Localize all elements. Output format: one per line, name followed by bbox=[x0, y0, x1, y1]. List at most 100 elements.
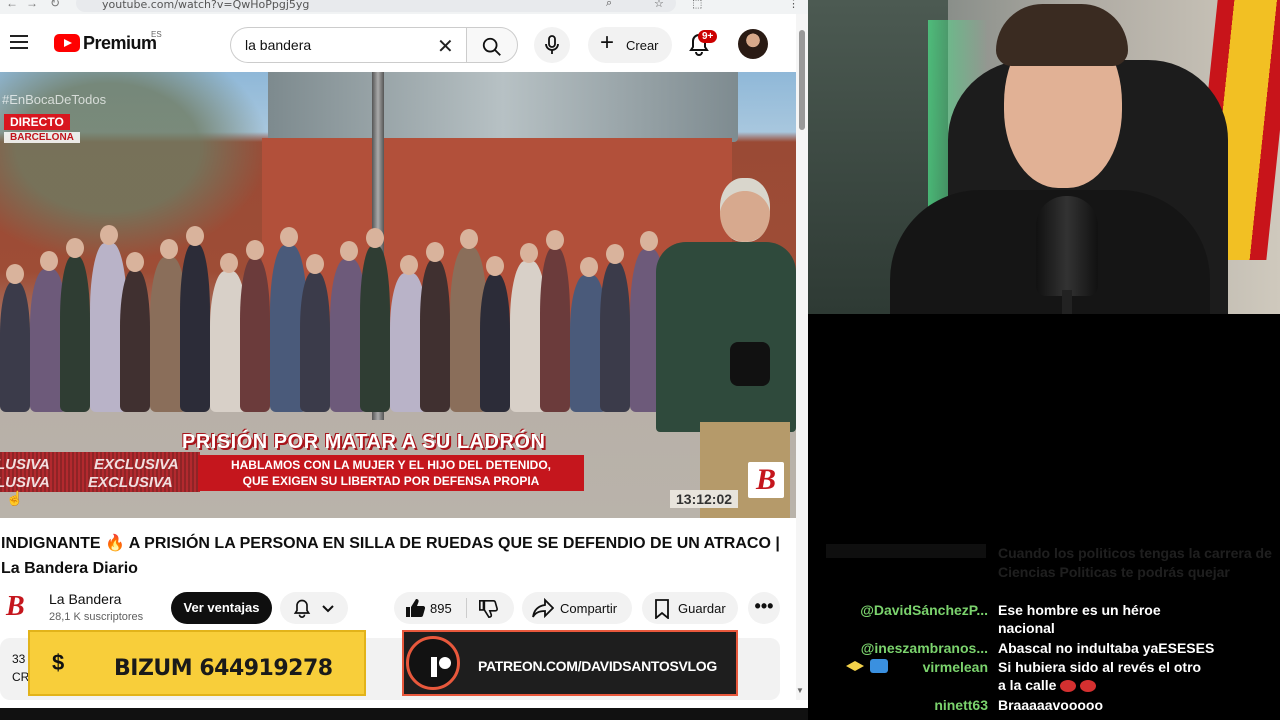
taskbar-strip bbox=[0, 700, 808, 720]
notification-badge: 9+ bbox=[698, 30, 718, 43]
chat-username[interactable]: @ineszambranos... bbox=[816, 639, 988, 657]
crowd-person bbox=[0, 264, 30, 412]
crowd-head bbox=[339, 241, 358, 261]
chat-message: nacional bbox=[998, 620, 1055, 636]
live-tag: DIRECTO bbox=[4, 114, 70, 130]
crowd-head bbox=[159, 239, 178, 259]
save-label: Guardar bbox=[678, 601, 726, 616]
crowd-head bbox=[66, 238, 84, 258]
crowd-person bbox=[300, 254, 330, 412]
zoom-icon[interactable]: ⌕ bbox=[606, 0, 612, 10]
video-hashtag: #EnBocaDeTodos bbox=[2, 92, 107, 107]
subscriber-badge-icon bbox=[870, 659, 888, 673]
star-icon[interactable]: ☆ bbox=[654, 0, 664, 10]
brand-logo: B bbox=[748, 462, 784, 498]
chat-username[interactable]: ninett63 bbox=[816, 696, 988, 714]
chat-message: Abascal no indultaba yaESESES bbox=[998, 640, 1215, 656]
crowd-person bbox=[240, 240, 270, 412]
browser-toolbar: ← → ↻ youtube.com/watch?v=QwHoPpgj5yg ⌕ … bbox=[0, 0, 808, 14]
crying-emoji-icon bbox=[1060, 680, 1077, 693]
thumbs-down-icon[interactable] bbox=[478, 599, 498, 619]
crowd-person bbox=[60, 238, 90, 412]
video-subline-2: QUE EXIGEN SU LIBERTAD POR DEFENSA PROPI… bbox=[242, 474, 540, 488]
address-bar[interactable]: youtube.com/watch?v=QwHoPpgj5yg bbox=[76, 0, 676, 12]
more-actions-button[interactable]: ••• bbox=[748, 592, 780, 624]
video-title: INDIGNANTE 🔥 A PRISIÓN LA PERSONA EN SIL… bbox=[1, 535, 780, 577]
streamer-hair bbox=[996, 4, 1128, 66]
channel-name[interactable]: La Bandera bbox=[49, 591, 121, 607]
channel-avatar[interactable]: B bbox=[6, 592, 34, 622]
save-button[interactable]: Guardar bbox=[642, 592, 738, 624]
crowd-head bbox=[426, 242, 444, 262]
like-count: 895 bbox=[430, 601, 452, 616]
crowd-head bbox=[546, 230, 564, 250]
crowd-head bbox=[459, 229, 478, 249]
bizum-text: BIZUM 644919278 bbox=[114, 656, 333, 681]
browser-menu-icon[interactable]: ⋮ bbox=[788, 0, 799, 10]
crowd-head bbox=[306, 254, 324, 274]
patreon-text: PATREON.COM/DAVIDSANTOSVLOG bbox=[478, 658, 717, 674]
clear-search-icon[interactable]: ✕ bbox=[437, 34, 454, 59]
crying-emoji-icon bbox=[1080, 680, 1097, 693]
crowd-head bbox=[399, 255, 418, 275]
region-code: ES bbox=[151, 30, 162, 39]
join-button[interactable]: Ver ventajas bbox=[171, 592, 272, 624]
crowd-head bbox=[246, 240, 264, 260]
video-crowd bbox=[0, 225, 700, 412]
search-input[interactable]: la bandera ✕ bbox=[230, 27, 466, 63]
youtube-header: Premium ES la bandera ✕ + Crear 9+ bbox=[0, 14, 800, 72]
crowd-head bbox=[519, 243, 538, 263]
url-text: youtube.com/watch?v=QwHoPpgj5yg bbox=[102, 0, 310, 11]
crowd-person bbox=[120, 252, 150, 412]
youtube-logo-icon[interactable] bbox=[54, 34, 80, 52]
chevron-down-icon bbox=[322, 605, 334, 613]
crowd-head bbox=[219, 253, 238, 273]
crowd-head bbox=[186, 226, 204, 246]
crowd-head bbox=[579, 257, 598, 277]
subscribed-button[interactable] bbox=[280, 592, 348, 624]
crowd-head bbox=[486, 256, 504, 276]
create-button[interactable]: + Crear bbox=[588, 27, 672, 63]
crowd-head bbox=[366, 228, 384, 248]
voice-search-button[interactable] bbox=[534, 27, 570, 63]
crowd-head bbox=[39, 251, 58, 271]
forward-icon[interactable]: → bbox=[26, 0, 38, 10]
search-icon bbox=[482, 37, 501, 56]
search-button[interactable] bbox=[466, 27, 518, 63]
hamburger-icon[interactable] bbox=[10, 35, 28, 49]
search-value: la bandera bbox=[245, 37, 312, 53]
share-icon bbox=[532, 598, 554, 618]
divider bbox=[466, 598, 467, 618]
back-icon[interactable]: ← bbox=[6, 0, 18, 10]
broadcast-clock: 13:12:02 bbox=[670, 490, 739, 508]
crowd-person bbox=[360, 228, 390, 412]
scroll-down-icon[interactable]: ▼ bbox=[796, 686, 804, 695]
chat-message-faded: Cuando los politicos tengas la carrera d… bbox=[998, 545, 1272, 580]
mic-icon bbox=[545, 35, 559, 54]
patreon-logo-icon bbox=[406, 636, 460, 690]
video-headline: PRISIÓN POR MATAR A SU LADRÓN bbox=[182, 431, 546, 453]
chat-message-text: a la calle bbox=[998, 677, 1057, 693]
video-subline-1: HABLAMOS CON LA MUJER Y EL HIJO DEL DETE… bbox=[230, 458, 552, 472]
crowd-head bbox=[126, 252, 144, 272]
share-button[interactable]: Compartir bbox=[522, 592, 632, 624]
share-label: Compartir bbox=[560, 601, 618, 616]
chat-username[interactable]: @DavidSánchezP... bbox=[816, 601, 988, 619]
dollar-icon: $ bbox=[52, 650, 65, 675]
avatar[interactable] bbox=[738, 29, 768, 59]
crowd-head bbox=[99, 225, 118, 245]
scrollbar-thumb[interactable] bbox=[799, 30, 805, 130]
chat-message: a la calle bbox=[998, 676, 1097, 694]
reload-icon[interactable]: ↻ bbox=[50, 0, 60, 10]
logo-text[interactable]: Premium bbox=[83, 33, 157, 54]
extensions-icon[interactable]: ⬚ bbox=[692, 0, 702, 10]
chat-panel: Cuando los politicos tengas la carrera d… bbox=[808, 314, 1280, 720]
chat-username[interactable]: virmelean bbox=[888, 658, 988, 676]
cursor-icon: ☝ bbox=[6, 490, 24, 506]
chat-username-faded bbox=[826, 544, 986, 558]
bizum-overlay: $ BIZUM 644919278 bbox=[28, 630, 366, 696]
video-player[interactable]: #EnBocaDeTodos DIRECTO BARCELONA LUSIVA … bbox=[0, 72, 796, 518]
video-roof bbox=[268, 72, 738, 142]
thumbs-up-icon[interactable] bbox=[404, 598, 426, 618]
crowd-head bbox=[606, 244, 624, 264]
